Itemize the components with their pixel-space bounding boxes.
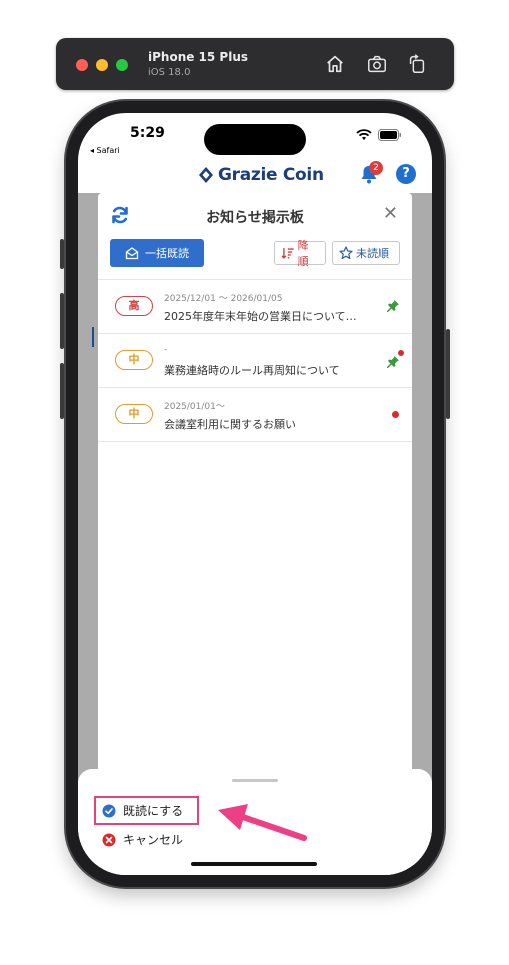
sort-unread-label: 未読順: [356, 247, 389, 260]
device-name: iPhone 15 Plus: [148, 50, 249, 64]
action-button: [60, 239, 64, 269]
mark-read-label: 既読にする: [123, 804, 184, 818]
help-icon[interactable]: ?: [396, 164, 416, 184]
status-time: 5:29: [130, 125, 165, 141]
home-icon[interactable]: [324, 53, 346, 75]
battery-icon: [378, 129, 401, 141]
notification-badge: 2: [369, 161, 383, 175]
power-button: [446, 329, 450, 419]
notice-date: 2025/01/01～: [164, 402, 225, 412]
back-to-safari[interactable]: ◂ Safari: [90, 146, 120, 155]
logo-text: Grazie Coin: [218, 165, 324, 185]
notice-list: 高 2025/12/01 ～ 2026/01/05 2025年度年末年始の営業日…: [98, 279, 412, 442]
sort-desc-label: 降順: [297, 239, 309, 268]
coin-logo-icon: [199, 167, 213, 183]
sort-unread-button[interactable]: 未読順: [332, 241, 400, 265]
dynamic-island: [204, 124, 306, 155]
volume-up-button: [60, 293, 64, 349]
unread-dot: [392, 411, 399, 418]
sort-desc-button[interactable]: 降順: [274, 239, 326, 268]
zoom-window-button[interactable]: [116, 59, 128, 71]
home-indicator[interactable]: [191, 862, 317, 866]
notification-bell-icon[interactable]: 2: [358, 161, 383, 189]
check-circle-icon: [102, 804, 116, 817]
notice-date: 2025/12/01 ～ 2026/01/05: [164, 294, 283, 304]
screenshot-icon[interactable]: [366, 53, 388, 75]
volume-down-button: [60, 363, 64, 419]
annotation-arrow-icon: [218, 804, 307, 841]
cancel-circle-icon: [102, 833, 116, 846]
sheet-handle[interactable]: [232, 779, 278, 782]
notice-item[interactable]: 中 - 業務連絡時のルール再周知について: [98, 333, 412, 387]
priority-badge-mid: 中: [115, 350, 153, 370]
notice-title: 会議室利用に関するお願い: [164, 418, 296, 431]
os-version: iOS 18.0: [148, 67, 191, 78]
pin-icon: [386, 354, 400, 373]
minimize-window-button[interactable]: [96, 59, 108, 71]
app-header: Grazie Coin 2 ?: [78, 161, 432, 197]
priority-badge-mid: 中: [115, 404, 153, 424]
unread-dot: [398, 350, 404, 356]
cancel-option[interactable]: キャンセル: [102, 831, 183, 848]
priority-badge-high: 高: [115, 296, 153, 316]
rotate-icon[interactable]: [406, 53, 428, 75]
phone-screen: 5:29 ◂ Safari Grazie Coin 2 ? お知らせ掲示板 ✕ …: [78, 113, 432, 875]
mark-all-read-label: 一括既読: [145, 247, 189, 260]
pin-icon: [386, 298, 400, 317]
notice-board-modal: お知らせ掲示板 ✕ 一括既読 降順 未読順 高 2025/12/01 ～ 202…: [98, 193, 412, 813]
star-icon: [339, 246, 353, 260]
app-logo: Grazie Coin: [198, 165, 324, 185]
sort-desc-icon: [281, 248, 294, 259]
mark-all-read-button[interactable]: 一括既読: [110, 239, 204, 267]
notice-item[interactable]: 中 2025/01/01～ 会議室利用に関するお願い: [98, 387, 412, 442]
envelope-open-icon: [125, 247, 139, 260]
close-icon[interactable]: ✕: [383, 203, 398, 224]
modal-title: お知らせ掲示板: [206, 210, 304, 226]
wifi-icon: [356, 129, 372, 140]
notice-item[interactable]: 高 2025/12/01 ～ 2026/01/05 2025年度年末年始の営業日…: [98, 279, 412, 333]
notice-title: 業務連絡時のルール再周知について: [164, 364, 340, 377]
status-icons: [356, 129, 402, 141]
notice-title: 2025年度年末年始の営業日について…: [164, 310, 357, 323]
phone-frame: 5:29 ◂ Safari Grazie Coin 2 ? お知らせ掲示板 ✕ …: [60, 101, 450, 887]
close-window-button[interactable]: [76, 59, 88, 71]
notice-date: -: [164, 345, 168, 355]
cancel-label: キャンセル: [123, 833, 184, 847]
modal-header: お知らせ掲示板 ✕: [98, 193, 412, 237]
simulator-title-bar: iPhone 15 Plus iOS 18.0: [56, 38, 454, 90]
mark-read-option[interactable]: 既読にする: [94, 796, 200, 825]
